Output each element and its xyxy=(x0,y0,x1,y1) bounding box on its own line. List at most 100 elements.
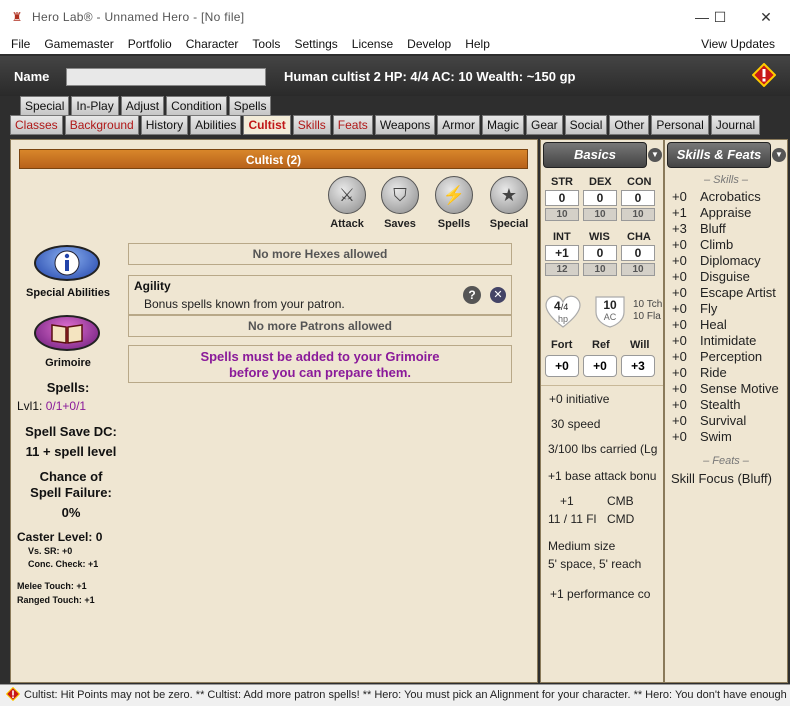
help-icon[interactable]: ? xyxy=(463,286,481,304)
hero-lab-app-icon: ♜ xyxy=(11,10,23,24)
special-abilities-button[interactable] xyxy=(34,245,100,281)
skill-row[interactable]: +0 Disguise xyxy=(672,269,750,284)
tab-row-lower: Classes Background History Abilities Cul… xyxy=(10,115,762,136)
grimoire-message-line2: before you can prepare them. xyxy=(228,365,412,380)
tab-magic[interactable]: Magic xyxy=(481,115,524,135)
skill-row[interactable]: +0 Perception xyxy=(672,349,762,364)
menu-settings[interactable]: Settings xyxy=(287,37,344,51)
skill-row[interactable]: +0 Stealth xyxy=(672,397,740,412)
stat-dex-value[interactable]: 0 xyxy=(583,190,617,206)
tab-cultist[interactable]: Cultist xyxy=(243,115,291,135)
cmd-label: CMD xyxy=(607,512,635,526)
skill-row[interactable]: +0 Escape Artist xyxy=(672,285,776,300)
tab-background[interactable]: Background xyxy=(64,115,139,135)
skill-row[interactable]: +0 Fly xyxy=(672,301,717,316)
skills-feats-header[interactable]: Skills & Feats xyxy=(667,142,771,168)
ac-label: AC xyxy=(603,312,617,322)
skill-bonus: +0 xyxy=(672,381,687,396)
delete-icon[interactable]: ✕ xyxy=(490,287,506,303)
save-fort-value[interactable]: +0 xyxy=(545,355,579,377)
stat-cha-value[interactable]: 0 xyxy=(621,245,655,261)
tab-classes[interactable]: Classes xyxy=(10,115,63,135)
menu-license[interactable]: License xyxy=(345,37,400,51)
stat-int-value[interactable]: +1 xyxy=(545,245,579,261)
tab-social[interactable]: Social xyxy=(564,115,608,135)
basics-dropdown-icon[interactable]: ▼ xyxy=(648,148,662,162)
window-title: Hero Lab® - Unnamed Hero - [No file] xyxy=(32,10,245,24)
spell-save-dc-value: 11 + spell level xyxy=(25,444,117,459)
menu-character[interactable]: Character xyxy=(179,37,246,51)
skill-name: Perception xyxy=(700,349,763,364)
status-warning-icon xyxy=(6,687,20,701)
hero-summary: Human cultist 2 HP: 4/4 AC: 10 Wealth: ~… xyxy=(284,69,576,84)
saves-button[interactable]: ⛉ Saves xyxy=(377,176,423,230)
menu-file[interactable]: File xyxy=(0,37,37,51)
spells-heading: Spells: xyxy=(46,380,90,395)
menu-tools[interactable]: Tools xyxy=(245,37,287,51)
skill-bonus: +0 xyxy=(672,189,687,204)
tab-feats[interactable]: Feats xyxy=(332,115,373,135)
melee-touch: Melee Touch: +1 xyxy=(17,581,87,591)
menu-help[interactable]: Help xyxy=(458,37,497,51)
performance-combat: +1 performance co xyxy=(550,587,651,601)
skill-row[interactable]: +0 Ride xyxy=(672,365,727,380)
tab-adjust[interactable]: Adjust xyxy=(120,96,165,116)
agility-description: Bonus spells known from your patron. xyxy=(144,297,345,311)
name-input[interactable] xyxy=(66,68,266,86)
menu-develop[interactable]: Develop xyxy=(400,37,458,51)
tab-row-upper: Special In-Play Adjust Condition Spells xyxy=(20,96,273,117)
skill-row[interactable]: +0 Survival xyxy=(672,413,746,428)
initiative: +0 initiative xyxy=(549,392,610,406)
basics-header[interactable]: Basics xyxy=(543,142,647,168)
agility-row[interactable]: Agility Bonus spells known from your pat… xyxy=(128,275,512,315)
spells-button[interactable]: ⚡ Spells xyxy=(431,176,477,230)
tab-abilities[interactable]: Abilities xyxy=(190,115,242,135)
tab-special[interactable]: Special xyxy=(20,96,70,116)
stat-cha-score: 10 xyxy=(621,263,655,276)
spells-label: Spells xyxy=(437,218,471,230)
tab-skills[interactable]: Skills xyxy=(292,115,331,135)
save-ref-value[interactable]: +0 xyxy=(583,355,617,377)
attack-button[interactable]: ⚔ Attack xyxy=(324,176,370,230)
maximize-button[interactable]: ☐ xyxy=(698,0,742,34)
tab-weapons[interactable]: Weapons xyxy=(374,115,436,135)
skill-row[interactable]: +0 Heal xyxy=(672,317,727,332)
grimoire-button[interactable] xyxy=(34,315,100,351)
skill-bonus: +0 xyxy=(672,429,687,444)
special-button[interactable]: ★ Special xyxy=(486,176,532,230)
menu-gamemaster[interactable]: Gamemaster xyxy=(37,37,120,51)
menu-portfolio[interactable]: Portfolio xyxy=(121,37,179,51)
stat-wis-value[interactable]: 0 xyxy=(583,245,617,261)
skill-row[interactable]: +0 Swim xyxy=(672,429,732,444)
skill-row[interactable]: +0 Climb xyxy=(672,237,733,252)
tab-gear[interactable]: Gear xyxy=(525,115,563,135)
skill-row[interactable]: +0 Acrobatics xyxy=(672,189,761,204)
space-reach: 5' space, 5' reach xyxy=(548,557,642,571)
stat-con-value[interactable]: 0 xyxy=(621,190,655,206)
hp-display[interactable]: 4/4 hp xyxy=(543,293,583,329)
validation-warning-icon[interactable] xyxy=(752,63,776,87)
skill-name: Bluff xyxy=(700,221,726,236)
tab-condition[interactable]: Condition xyxy=(166,96,227,116)
tab-armor[interactable]: Armor xyxy=(437,115,480,135)
tab-other[interactable]: Other xyxy=(609,115,650,135)
view-updates-link[interactable]: View Updates xyxy=(694,37,782,51)
tab-history[interactable]: History xyxy=(140,115,189,135)
save-will-value[interactable]: +3 xyxy=(621,355,655,377)
skill-row[interactable]: +3 Bluff xyxy=(672,221,726,236)
skill-row[interactable]: +0 Diplomacy xyxy=(672,253,761,268)
close-button[interactable]: ✕ xyxy=(744,0,788,34)
ac-display[interactable]: 10 AC xyxy=(593,294,627,328)
feat-skill-focus[interactable]: Skill Focus (Bluff) xyxy=(671,471,772,486)
skill-row[interactable]: +0 Sense Motive xyxy=(672,381,779,396)
skill-bonus: +0 xyxy=(672,413,687,428)
skill-row[interactable]: +1 Appraise xyxy=(672,205,751,220)
tab-journal[interactable]: Journal xyxy=(710,115,761,135)
skills-feats-dropdown-icon[interactable]: ▼ xyxy=(772,148,786,162)
hp-max: /4 xyxy=(560,302,569,312)
tab-in-play[interactable]: In-Play xyxy=(71,96,119,116)
tab-spells[interactable]: Spells xyxy=(228,96,272,116)
tab-personal[interactable]: Personal xyxy=(651,115,709,135)
stat-str-value[interactable]: 0 xyxy=(545,190,579,206)
skill-row[interactable]: +0 Intimidate xyxy=(672,333,756,348)
